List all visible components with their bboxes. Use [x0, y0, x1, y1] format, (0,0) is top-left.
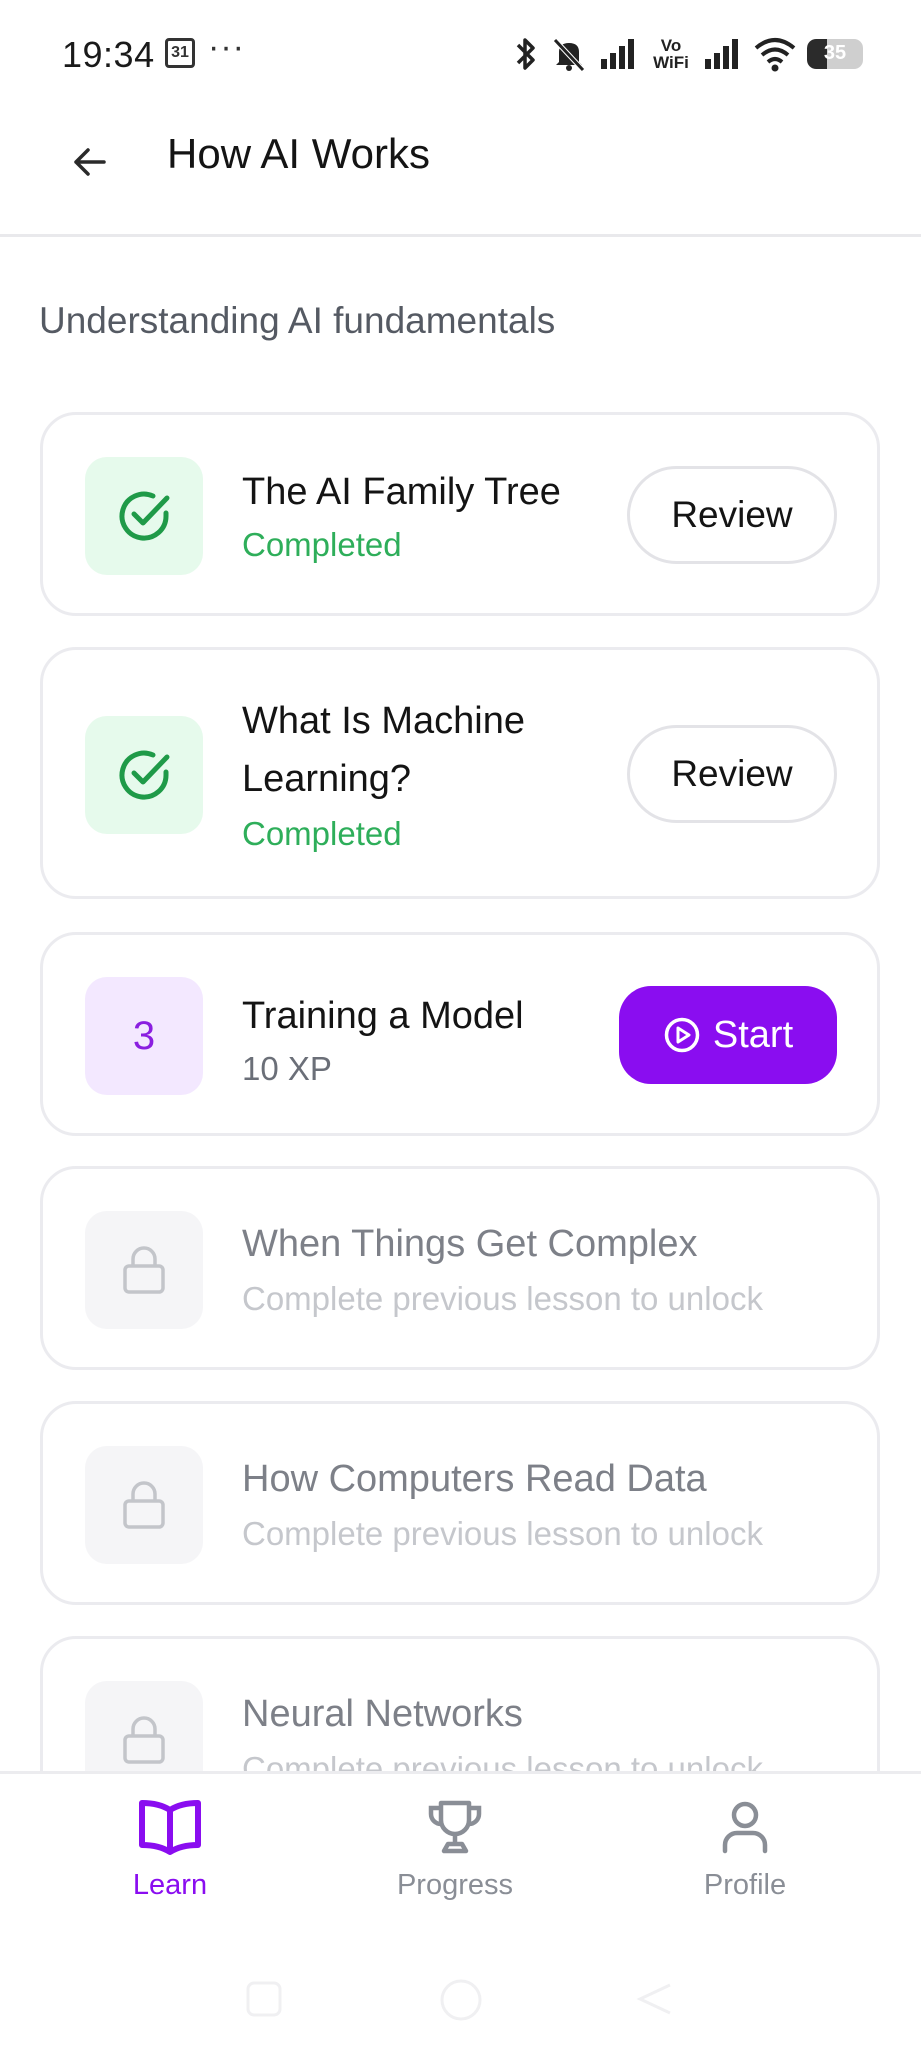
- more-notifications-icon: ···: [208, 28, 245, 66]
- lesson-title-line: Learning?: [242, 758, 412, 800]
- status-bar: 19:34 31 ··· Vo WiFi 35: [0, 0, 921, 108]
- nav-label: Profile: [703, 1869, 787, 1901]
- trophy-icon: [428, 1800, 482, 1854]
- lesson-title: When Things Get Complex: [242, 1223, 698, 1265]
- battery-icon: 35: [807, 39, 863, 69]
- lesson-status: Completed: [242, 815, 402, 852]
- nav-label: Learn: [132, 1869, 208, 1901]
- lesson-title: The AI Family Tree: [242, 471, 561, 513]
- back-button[interactable]: [62, 134, 118, 190]
- lesson-status: Completed: [242, 526, 402, 563]
- lesson-card-current: 3 Training a Model 10 XP Start: [40, 932, 880, 1136]
- lesson-title: Training a Model: [242, 995, 524, 1037]
- nav-learn[interactable]: Learn: [90, 1798, 250, 1902]
- recents-icon[interactable]: [244, 1979, 284, 2019]
- wifi-icon: [754, 38, 796, 72]
- system-nav-bar: [0, 1921, 921, 2048]
- lesson-title: What Is Machine Learning?: [242, 692, 525, 808]
- lesson-badge: [85, 1211, 203, 1329]
- battery-percent: 35: [823, 42, 847, 64]
- lesson-title: Neural Networks: [242, 1693, 523, 1735]
- lesson-badge: [85, 457, 203, 575]
- lesson-card-completed: The AI Family Tree Completed Review: [40, 412, 880, 616]
- page-title: How AI Works: [167, 130, 430, 177]
- review-button[interactable]: Review: [627, 725, 837, 823]
- lock-icon: [123, 1481, 165, 1529]
- nav-progress[interactable]: Progress: [375, 1798, 535, 1902]
- lesson-lock-hint: Complete previous lesson to unlock: [242, 1280, 763, 1317]
- status-time: 19:34: [62, 34, 155, 75]
- lesson-card-locked: When Things Get Complex Complete previou…: [40, 1166, 880, 1370]
- lock-icon: [123, 1716, 165, 1764]
- lesson-card-completed: What Is Machine Learning? Completed Revi…: [40, 647, 880, 899]
- back-nav-icon[interactable]: [634, 1979, 674, 2019]
- home-icon[interactable]: [438, 1977, 484, 2023]
- lesson-xp: 10 XP: [242, 1050, 332, 1087]
- book-open-icon: [139, 1800, 201, 1855]
- check-circle-icon: [119, 750, 170, 800]
- arrow-left-icon: [74, 148, 106, 176]
- check-circle-icon: [119, 491, 170, 541]
- nav-profile[interactable]: Profile: [665, 1798, 825, 1902]
- mute-icon: [553, 38, 585, 72]
- calendar-icon: 31: [165, 38, 195, 68]
- lesson-title: How Computers Read Data: [242, 1458, 707, 1500]
- lesson-badge: [85, 1446, 203, 1564]
- status-icons: Vo WiFi 35: [513, 30, 863, 78]
- bottom-nav: Learn Progress Profile: [0, 1771, 921, 1924]
- nav-label: Progress: [396, 1869, 514, 1901]
- vowifi-icon: Vo WiFi: [653, 36, 689, 72]
- signal-icon-2: [705, 39, 738, 69]
- lesson-badge: [85, 716, 203, 834]
- lesson-lock-hint: Complete previous lesson to unlock: [242, 1515, 763, 1552]
- lesson-title-line: What Is Machine: [242, 700, 525, 742]
- app-header: How AI Works: [0, 108, 921, 237]
- signal-icon: [601, 39, 634, 69]
- play-circle-icon: [664, 1017, 700, 1053]
- lesson-number-badge: 3: [85, 977, 203, 1095]
- lock-icon: [123, 1246, 165, 1294]
- lesson-card-locked: How Computers Read Data Complete previou…: [40, 1401, 880, 1605]
- bluetooth-icon: [516, 38, 535, 70]
- start-button-label: Start: [712, 1013, 794, 1056]
- page-subtitle: Understanding AI fundamentals: [39, 300, 556, 341]
- start-button[interactable]: Start: [619, 986, 837, 1084]
- user-icon: [722, 1801, 768, 1854]
- review-button[interactable]: Review: [627, 466, 837, 564]
